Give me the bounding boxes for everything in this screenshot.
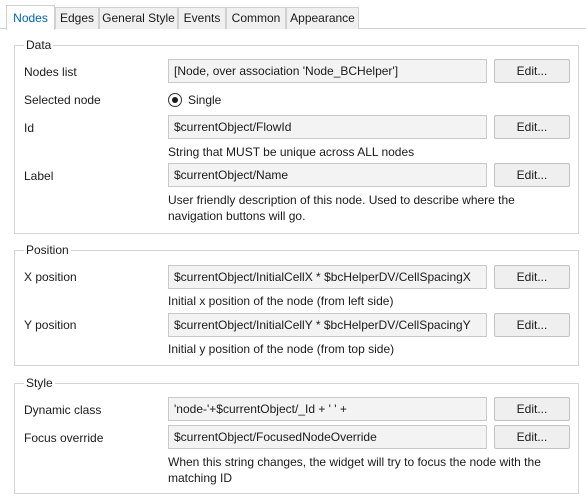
tab-appearance[interactable]: Appearance bbox=[286, 7, 359, 29]
radio-option-label: Single bbox=[188, 93, 222, 107]
radio-selected-dot bbox=[172, 97, 178, 103]
position-group-title: Position bbox=[24, 243, 71, 257]
x-position-field[interactable]: $currentObject/InitialCellX * $bcHelperD… bbox=[168, 265, 487, 289]
x-position-edit-button[interactable]: Edit... bbox=[494, 265, 570, 289]
y-position-help-text: Initial y position of the node (from top… bbox=[168, 342, 395, 356]
data-group-title: Data bbox=[24, 38, 54, 52]
label-field[interactable]: $currentObject/Name bbox=[168, 163, 487, 187]
label-help-text-line1: User friendly description of this node. … bbox=[168, 193, 515, 207]
tab-nodes[interactable]: Nodes bbox=[6, 5, 55, 30]
tab-common[interactable]: Common bbox=[226, 7, 286, 29]
id-help-text: String that MUST be unique across ALL no… bbox=[168, 145, 415, 159]
x-position-help-text: Initial x position of the node (from lef… bbox=[168, 294, 394, 308]
tab-events[interactable]: Events bbox=[178, 7, 226, 29]
nodes-list-edit-button[interactable]: Edit... bbox=[494, 59, 570, 83]
nodes-list-field[interactable]: [Node, over association 'Node_BCHelper'] bbox=[168, 59, 487, 83]
selected-node-label: Selected node bbox=[24, 93, 101, 107]
id-edit-button[interactable]: Edit... bbox=[494, 115, 570, 139]
focus-override-edit-button[interactable]: Edit... bbox=[494, 425, 570, 449]
radio-button[interactable] bbox=[168, 93, 182, 107]
dynamic-class-field[interactable]: 'node-'+$currentObject/_Id + ' ' + bbox=[168, 397, 487, 421]
dynamic-class-edit-button[interactable]: Edit... bbox=[494, 397, 570, 421]
x-position-label: X position bbox=[24, 270, 77, 284]
id-field[interactable]: $currentObject/FlowId bbox=[168, 115, 487, 139]
dynamic-class-label: Dynamic class bbox=[24, 403, 102, 417]
y-position-field[interactable]: $currentObject/InitialCellY * $bcHelperD… bbox=[168, 313, 487, 337]
tab-edges[interactable]: Edges bbox=[55, 7, 99, 29]
y-position-label: Y position bbox=[24, 318, 77, 332]
focus-override-label: Focus override bbox=[24, 431, 104, 445]
y-position-edit-button[interactable]: Edit... bbox=[494, 313, 570, 337]
id-label: Id bbox=[24, 121, 35, 135]
focus-override-help-text-line2: matching ID bbox=[168, 471, 233, 485]
label-edit-button[interactable]: Edit... bbox=[494, 163, 570, 187]
label-help-text-line2: navigation buttons will go. bbox=[168, 209, 306, 223]
focus-override-field[interactable]: $currentObject/FocusedNodeOverride bbox=[168, 425, 487, 449]
label-label: Label bbox=[24, 169, 54, 183]
tab-general-style[interactable]: General Style bbox=[99, 7, 178, 29]
tab-bar: Nodes Edges General Style Events Common … bbox=[0, 0, 586, 30]
focus-override-help-text-line1: When this string changes, the widget wil… bbox=[168, 455, 541, 469]
nodes-list-label: Nodes list bbox=[24, 65, 77, 79]
style-group-title: Style bbox=[24, 376, 55, 390]
